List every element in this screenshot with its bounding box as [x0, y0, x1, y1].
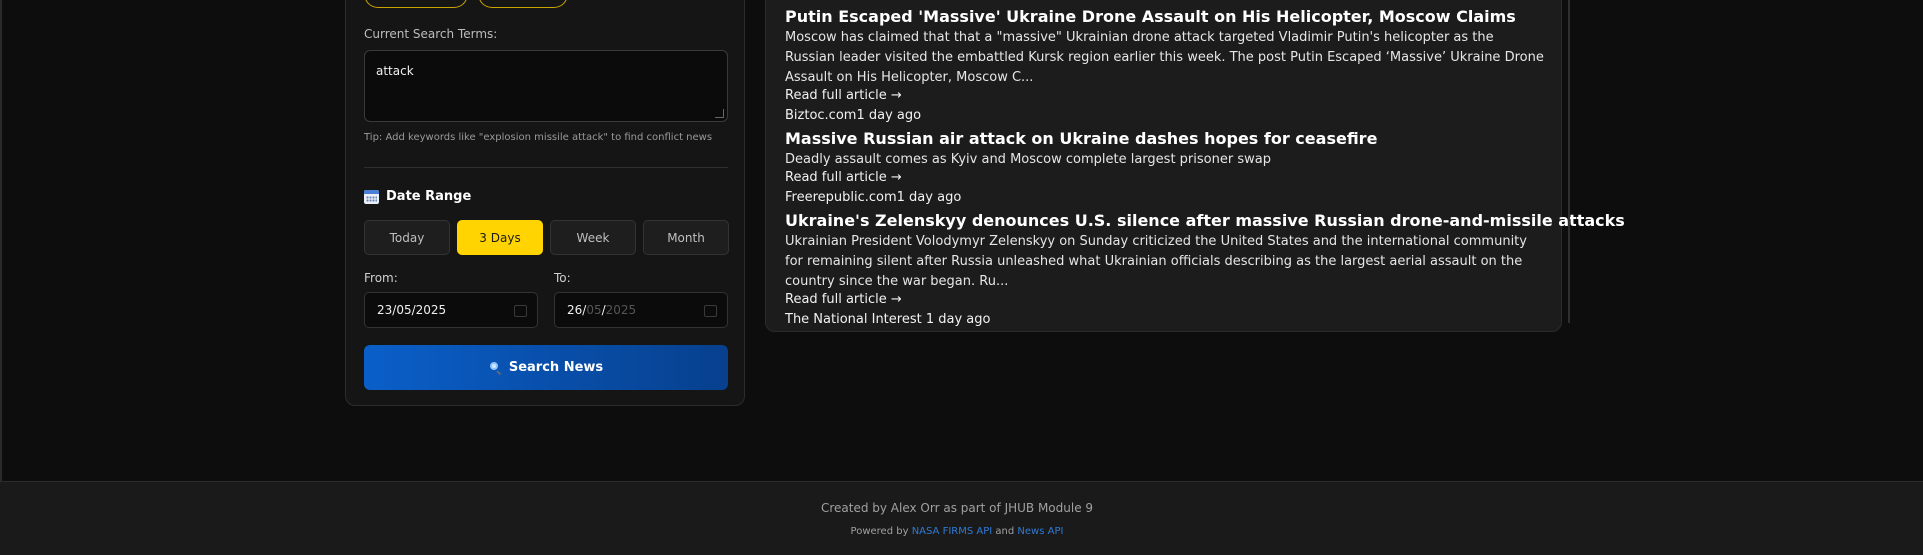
page: Current Search Terms: attack Tip: Add ke…: [0, 0, 1923, 555]
date-picker-icon[interactable]: [514, 305, 527, 317]
search-news-label: Search News: [508, 360, 604, 375]
powered-by-text: Powered by: [850, 526, 909, 537]
nasa-firms-api-link[interactable]: NASA FIRMS API: [912, 526, 993, 537]
date-range-title: Date Range: [386, 189, 472, 204]
range-button-week[interactable]: Week: [550, 220, 636, 255]
footer-powered-by: Powered by NASA FIRMS API and News API: [0, 526, 1914, 537]
read-full-article-link[interactable]: Read full article →: [785, 170, 902, 185]
date-picker-icon[interactable]: [704, 305, 717, 317]
search-news-button[interactable]: Search News: [364, 345, 728, 390]
search-terms-label: Current Search Terms:: [364, 27, 498, 41]
date-range-header: Date Range: [364, 189, 471, 204]
powered-and-text: and: [995, 526, 1015, 537]
article-description: Moscow has claimed that that a "massive"…: [785, 30, 1544, 85]
magnifier-icon: [489, 361, 502, 374]
to-date-day: 26/: [567, 303, 587, 317]
footer-credit: Created by Alex Orr as part of JHUB Modu…: [820, 501, 1094, 515]
from-label: From:: [364, 271, 398, 285]
filter-chip[interactable]: [478, 0, 568, 8]
article-description: Deadly assault comes as Kyiv and Moscow …: [785, 152, 1271, 167]
article-title[interactable]: Ukraine's Zelenskyy denounces U.S. silen…: [785, 211, 1625, 230]
article-description: Ukrainian President Volodymyr Zelenskyy …: [785, 234, 1527, 289]
news-results-panel: Putin Escaped 'Massive' Ukraine Drone As…: [765, 0, 1625, 332]
article-meta: The National Interest 1 day ago: [785, 312, 991, 327]
footer: Created by Alex Orr as part of JHUB Modu…: [0, 481, 1923, 555]
search-tip: Tip: Add keywords like "explosion missil…: [364, 132, 713, 143]
divider: [364, 167, 728, 168]
article-meta: Freerepublic.com1 day ago: [785, 190, 962, 205]
read-full-article-link[interactable]: Read full article →: [785, 88, 902, 103]
filter-chip[interactable]: [364, 0, 468, 8]
range-button-today[interactable]: Today: [364, 220, 450, 255]
resize-handle-icon[interactable]: [715, 109, 724, 118]
read-full-article-link[interactable]: Read full article →: [785, 292, 902, 307]
search-sidebar: Current Search Terms: attack Tip: Add ke…: [345, 0, 745, 406]
news-api-link[interactable]: News API: [1017, 526, 1063, 537]
to-label: To:: [554, 271, 571, 285]
from-date-input[interactable]: 23/05/2025: [364, 292, 538, 328]
article-title[interactable]: Putin Escaped 'Massive' Ukraine Drone As…: [785, 7, 1516, 26]
calendar-icon: [364, 189, 379, 204]
range-button-month[interactable]: Month: [643, 220, 729, 255]
article-title[interactable]: Massive Russian air attack on Ukraine da…: [785, 129, 1377, 148]
scrollbar-track[interactable]: [1568, 0, 1570, 323]
from-date-value: 23/05/2025: [377, 303, 447, 317]
to-date-year: 2025: [605, 303, 637, 317]
search-terms-value: attack: [376, 64, 414, 78]
to-date-month: 05: [586, 303, 602, 317]
to-date-input[interactable]: 26/05/2025: [554, 292, 728, 328]
range-button-3-days[interactable]: 3 Days: [457, 220, 543, 255]
article-meta: Biztoc.com1 day ago: [785, 108, 922, 123]
window-edge: [0, 0, 2, 555]
search-terms-textarea[interactable]: attack: [364, 50, 728, 122]
